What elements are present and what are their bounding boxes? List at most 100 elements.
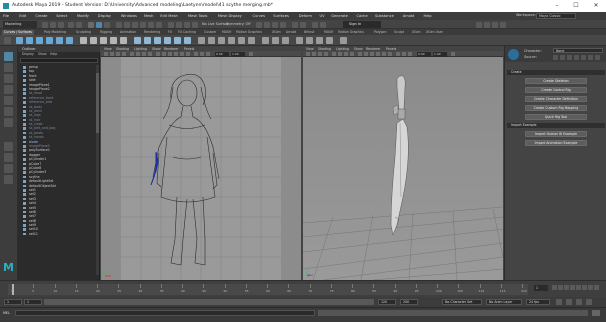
- live-surface-label[interactable]: No Live Surface: [202, 22, 229, 26]
- gate-mask-icon[interactable]: [148, 52, 152, 56]
- menu-cache[interactable]: Cache: [357, 14, 368, 18]
- near-clip-field[interactable]: 0.00: [417, 51, 431, 57]
- viewport-front[interactable]: View Shading Lighting Show Renderer Pane…: [101, 46, 301, 280]
- redo-icon[interactable]: [76, 21, 82, 28]
- step-forward-key-icon[interactable]: [588, 285, 593, 290]
- add-points-icon[interactable]: [262, 37, 269, 44]
- play-backwards-icon[interactable]: [570, 285, 575, 290]
- current-time-marker[interactable]: [12, 284, 14, 295]
- textured-icon[interactable]: [376, 52, 380, 56]
- viewport-menu-renderer[interactable]: Renderer: [164, 47, 179, 51]
- tab-animation[interactable]: Animation: [118, 30, 138, 35]
- import-animation-example-button[interactable]: Import Animation Example: [525, 140, 587, 146]
- select-object-icon[interactable]: [96, 21, 102, 28]
- snap-grid-icon[interactable]: [168, 21, 174, 28]
- bookmark-icon[interactable]: [116, 52, 120, 56]
- select-component-icon[interactable]: [104, 21, 110, 28]
- camera-select-icon[interactable]: [306, 52, 310, 56]
- render-icon[interactable]: [256, 21, 262, 28]
- camera-attributes-icon[interactable]: [312, 52, 316, 56]
- ep-curve-icon[interactable]: [90, 37, 97, 44]
- grid-toggle-icon[interactable]: [332, 52, 336, 56]
- ipr-render-icon[interactable]: [264, 21, 270, 28]
- nurbs-cylinder-icon[interactable]: [36, 37, 43, 44]
- menu-set-select[interactable]: Modeling: [3, 21, 37, 28]
- convert-nurbs-icon[interactable]: [340, 37, 347, 44]
- color-management-icon[interactable]: [451, 52, 455, 56]
- script-editor-icon[interactable]: [592, 310, 600, 316]
- tab-sculpting[interactable]: Sculpting: [74, 30, 93, 35]
- move-tool-icon[interactable]: [4, 85, 13, 94]
- viewport-menu-shading[interactable]: Shading: [116, 47, 129, 51]
- tab-sculpt[interactable]: Sculpt: [392, 30, 406, 35]
- resolution-gate-icon[interactable]: [344, 52, 348, 56]
- tab-motion-graphics[interactable]: Motion Graphics: [234, 30, 264, 35]
- select-hierarchy-icon[interactable]: [88, 21, 94, 28]
- pick-mask-icon[interactable]: [140, 21, 146, 28]
- preferences-icon[interactable]: [586, 299, 592, 305]
- tab-poly-modeling[interactable]: Poly Modeling: [42, 30, 68, 35]
- menu-substance[interactable]: Substance: [375, 14, 394, 18]
- shadows-icon[interactable]: [388, 52, 392, 56]
- outliner-menu-help[interactable]: Help: [50, 52, 57, 57]
- loop-icon[interactable]: [566, 299, 572, 305]
- command-input[interactable]: [15, 310, 315, 316]
- wireframe-icon[interactable]: [358, 52, 362, 56]
- pick-mask-icon[interactable]: [148, 21, 154, 28]
- auto-key-icon[interactable]: [556, 299, 562, 305]
- far-clip-field[interactable]: 1.00: [231, 51, 245, 57]
- resolution-gate-icon[interactable]: [142, 52, 146, 56]
- viewport-perspective[interactable]: View Shading Lighting Show Renderer Pane…: [303, 46, 503, 280]
- hik-tool-icon[interactable]: [553, 55, 558, 60]
- viewport-front-canvas[interactable]: [101, 57, 301, 280]
- side-by-side-layout-icon[interactable]: [4, 164, 13, 173]
- viewport-menu-show[interactable]: Show: [152, 47, 161, 51]
- menu-mesh[interactable]: Mesh: [144, 14, 153, 18]
- menu-edit[interactable]: Edit: [19, 14, 26, 18]
- pencil-curve-icon[interactable]: [110, 37, 117, 44]
- lights-icon[interactable]: [180, 52, 184, 56]
- pick-mask-icon[interactable]: [156, 21, 162, 28]
- menu-select[interactable]: Select: [56, 14, 67, 18]
- workspace-select[interactable]: Maya Classic: [536, 13, 576, 19]
- revolve-icon[interactable]: [134, 37, 141, 44]
- viewport-menu-lighting[interactable]: Lighting: [134, 47, 147, 51]
- minimize-button[interactable]: –: [550, 2, 564, 10]
- create-skeleton-button[interactable]: Create Skeleton: [525, 78, 587, 84]
- animation-start-field[interactable]: 1: [4, 299, 22, 305]
- hik-tool-icon[interactable]: [574, 55, 579, 60]
- menu-curves[interactable]: Curves: [253, 14, 265, 18]
- step-forward-frame-icon[interactable]: [582, 285, 587, 290]
- camera-select-icon[interactable]: [104, 52, 108, 56]
- create-control-rig-button[interactable]: Create Control Rig: [525, 87, 587, 93]
- film-gate-icon[interactable]: [136, 52, 140, 56]
- wireframe-icon[interactable]: [156, 52, 160, 56]
- close-button[interactable]: ✕: [589, 2, 603, 10]
- far-clip-field[interactable]: 1.00: [433, 51, 447, 57]
- menu-file[interactable]: File: [3, 14, 9, 18]
- viewport-menu-panels[interactable]: Panels: [386, 47, 396, 51]
- trim-tool-icon[interactable]: [316, 37, 323, 44]
- hypershade-icon[interactable]: [280, 21, 286, 28]
- xray-icon[interactable]: [194, 52, 198, 56]
- extend-curve-icon[interactable]: [228, 37, 235, 44]
- hik-tool-icon[interactable]: [595, 55, 600, 60]
- viewport-menu-shading[interactable]: Shading: [318, 47, 331, 51]
- nurbs-sphere-icon[interactable]: [16, 37, 23, 44]
- rotate-tool-icon[interactable]: [4, 96, 13, 105]
- outliner-scrollbar[interactable]: [96, 65, 99, 275]
- menu-uv[interactable]: UV: [320, 14, 325, 18]
- menu-help[interactable]: Help: [424, 14, 432, 18]
- rebuild-curve-icon[interactable]: [248, 37, 255, 44]
- animation-end-field[interactable]: 200: [400, 299, 418, 305]
- planar-icon[interactable]: [154, 37, 161, 44]
- outliner-item[interactable]: set11: [20, 232, 96, 236]
- project-curve-icon[interactable]: [306, 37, 313, 44]
- tab-mash[interactable]: MASH: [322, 30, 335, 35]
- extrude-icon[interactable]: [164, 37, 171, 44]
- go-to-start-icon[interactable]: [552, 285, 557, 290]
- quick-rig-tool-button[interactable]: Quick Rig Tool: [525, 114, 587, 120]
- pick-mask-icon[interactable]: [116, 21, 122, 28]
- smooth-shade-icon[interactable]: [162, 52, 166, 56]
- play-forwards-icon[interactable]: [576, 285, 581, 290]
